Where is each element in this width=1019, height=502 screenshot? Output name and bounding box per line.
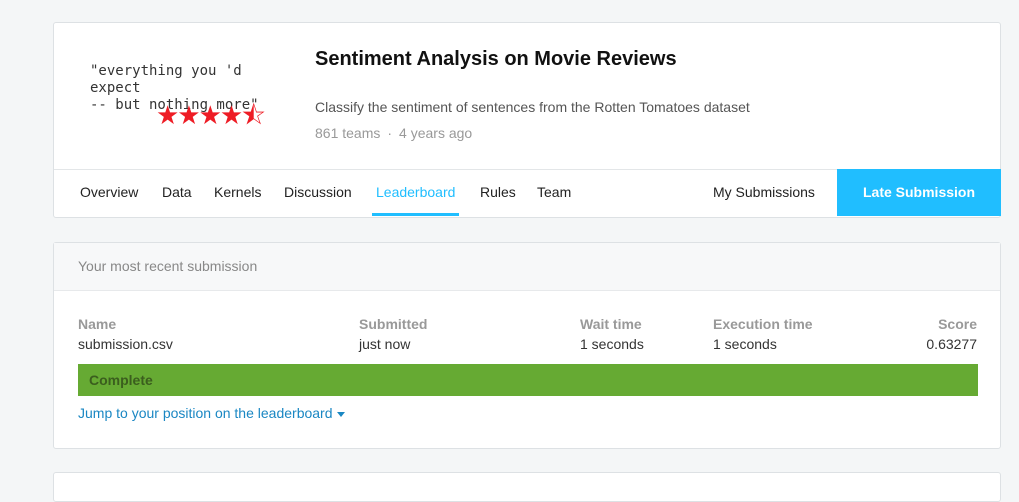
tab-discussion[interactable]: Discussion xyxy=(284,170,352,216)
submission-card-header: Your most recent submission xyxy=(54,243,1000,291)
submitted-column: Submitted just now xyxy=(359,315,427,355)
execution-time-column: Execution time 1 seconds xyxy=(713,315,813,355)
jump-to-leaderboard-link[interactable]: Jump to your position on the leaderboard xyxy=(78,405,345,421)
submitted-value: just now xyxy=(359,336,411,352)
score-column: Score 0.63277 xyxy=(926,315,977,355)
score-value: 0.63277 xyxy=(926,336,977,352)
tab-rules[interactable]: Rules xyxy=(480,170,516,216)
my-submissions-link[interactable]: My Submissions xyxy=(713,170,815,216)
recent-submission-card: Your most recent submission Name submiss… xyxy=(53,242,1001,449)
execution-time-label: Execution time xyxy=(713,316,813,332)
teams-count[interactable]: 861 teams xyxy=(315,125,380,141)
tab-leaderboard[interactable]: Leaderboard xyxy=(372,170,460,216)
tab-team[interactable]: Team xyxy=(537,170,571,216)
status-bar: Complete xyxy=(78,364,978,396)
name-value: submission.csv xyxy=(78,336,173,352)
competition-thumbnail[interactable]: "everything you 'd expect -- but nothing… xyxy=(90,63,300,133)
late-submission-button[interactable]: Late Submission xyxy=(837,169,1001,216)
submission-card-title: Your most recent submission xyxy=(78,258,258,274)
wait-time-column: Wait time 1 seconds xyxy=(580,315,644,355)
next-card xyxy=(53,472,1001,502)
meta-separator: · xyxy=(387,125,393,141)
jump-link-label: Jump to your position on the leaderboard xyxy=(78,405,333,421)
competition-meta: 861 teams · 4 years ago xyxy=(315,125,472,141)
score-label: Score xyxy=(938,316,977,332)
tab-data[interactable]: Data xyxy=(162,170,192,216)
name-column: Name submission.csv xyxy=(78,315,173,355)
competition-description: Classify the sentiment of sentences from… xyxy=(315,99,750,115)
competition-header: "everything you 'd expect -- but nothing… xyxy=(54,23,1000,172)
execution-time-value: 1 seconds xyxy=(713,336,777,352)
rating-stars-icon: ★★★★⯪ xyxy=(156,101,266,131)
competition-title: Sentiment Analysis on Movie Reviews xyxy=(315,48,677,70)
wait-time-label: Wait time xyxy=(580,316,642,332)
caret-down-icon xyxy=(336,411,345,417)
status-badge: Complete xyxy=(89,372,153,388)
tab-kernels[interactable]: Kernels xyxy=(214,170,261,216)
wait-time-value: 1 seconds xyxy=(580,336,644,352)
tab-overview[interactable]: Overview xyxy=(80,170,138,216)
submitted-label: Submitted xyxy=(359,316,428,332)
competition-age: 4 years ago xyxy=(399,125,473,141)
name-label: Name xyxy=(78,316,117,332)
competition-header-card: "everything you 'd expect -- but nothing… xyxy=(53,22,1001,218)
competition-nav: Overview Data Kernels Discussion Leaderb… xyxy=(54,169,1001,217)
